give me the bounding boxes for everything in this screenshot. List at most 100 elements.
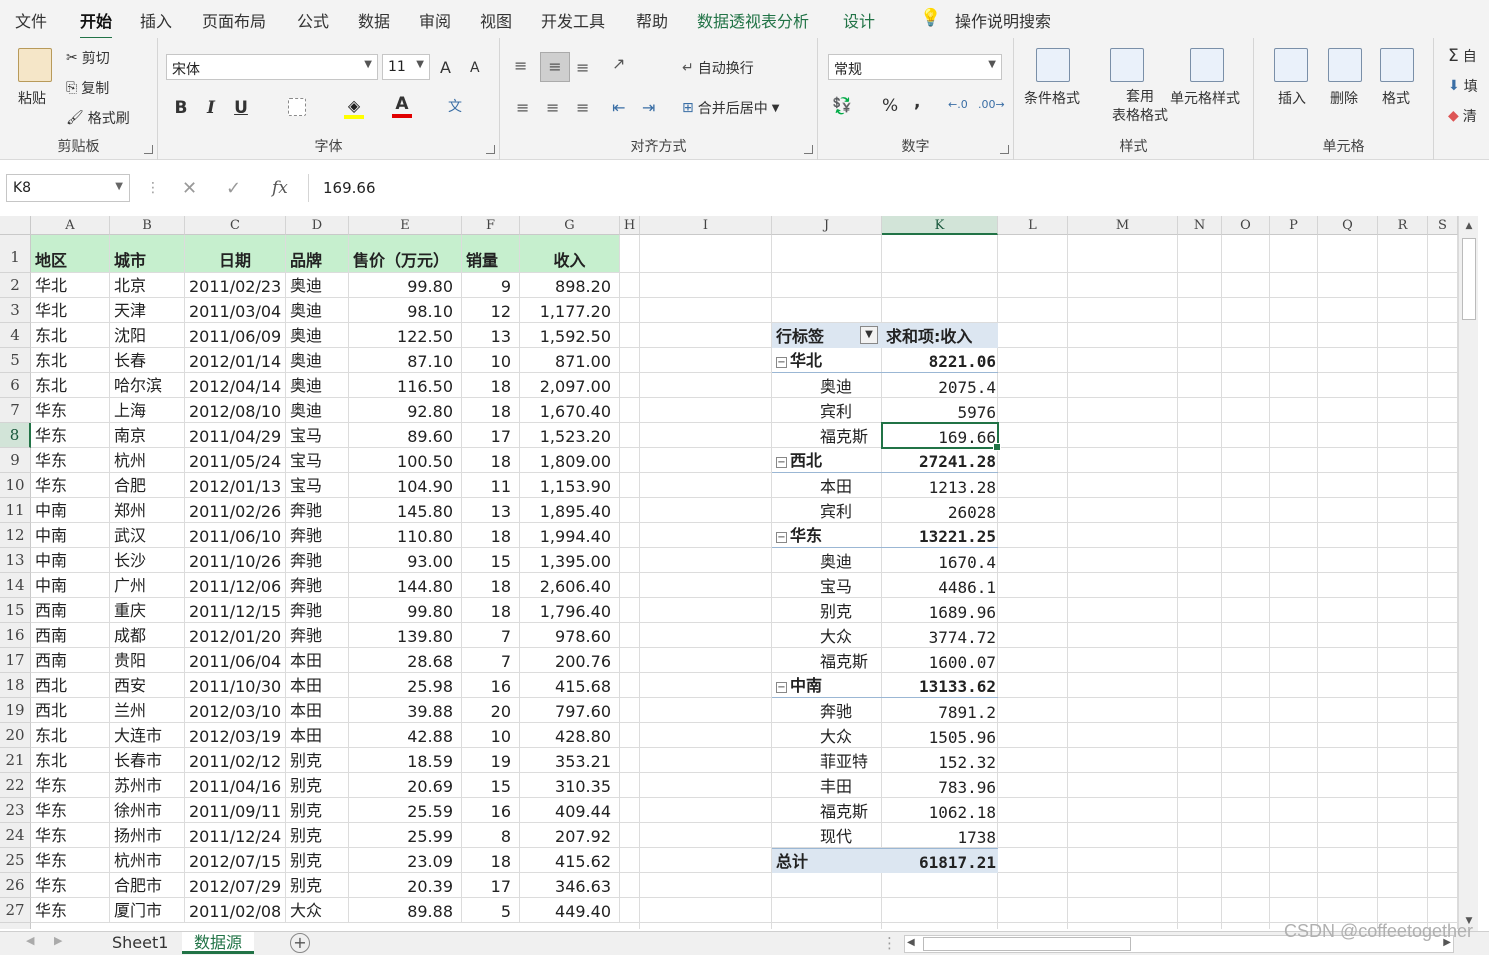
table-cell[interactable]: 别克 [286,798,349,823]
table-header-cell[interactable]: 销量 [462,235,520,273]
table-cell[interactable]: 奥迪 [286,323,349,348]
tab-scroll-left-icon[interactable]: ◀ [26,934,34,947]
pivot-item-value[interactable]: 2075.4 [882,373,998,398]
table-cell[interactable]: 西南 [31,648,110,673]
bold-button[interactable]: B [170,98,192,118]
table-cell[interactable]: 20 [462,698,520,723]
empty-cell[interactable] [1222,323,1270,348]
empty-cell[interactable] [772,273,882,298]
empty-cell[interactable] [1068,573,1178,598]
table-cell[interactable]: 合肥市 [110,873,185,898]
empty-cell[interactable] [640,823,772,848]
pivot-total-label[interactable]: 总计 [772,848,882,873]
pivot-group-label[interactable]: − 华东 [772,523,882,548]
table-cell[interactable]: 大连市 [110,723,185,748]
table-cell[interactable]: 华东 [31,423,110,448]
border-icon[interactable] [288,98,306,116]
col-header-R[interactable]: R [1378,216,1428,235]
collapse-icon[interactable]: − [776,682,787,693]
empty-cell[interactable] [1222,348,1270,373]
empty-cell[interactable] [1068,748,1178,773]
add-sheet-button[interactable]: + [290,933,310,953]
font-color-button[interactable]: A [392,94,412,118]
empty-cell[interactable] [1270,848,1318,873]
table-cell[interactable]: 长春 [110,348,185,373]
empty-cell[interactable] [1318,235,1378,273]
table-cell[interactable]: 奥迪 [286,348,349,373]
empty-cell[interactable] [998,748,1068,773]
table-header-cell[interactable]: 日期 [185,235,286,273]
empty-cell[interactable] [620,598,640,623]
empty-cell[interactable] [1178,523,1222,548]
empty-cell[interactable] [1428,235,1458,273]
empty-cell[interactable] [1428,373,1458,398]
table-cell[interactable]: 18 [462,598,520,623]
col-header-H[interactable]: H [620,216,640,235]
table-cell[interactable]: 2011/10/30 [185,673,286,698]
table-cell[interactable]: 1,523.20 [520,423,620,448]
pivot-item-value[interactable]: 783.96 [882,773,998,798]
splitter-handle[interactable]: ⋮ [882,934,897,952]
empty-cell[interactable] [640,523,772,548]
empty-cell[interactable] [640,623,772,648]
empty-cell[interactable] [1270,423,1318,448]
table-header-cell[interactable]: 城市 [110,235,185,273]
font-size-select[interactable]: 11 ▼ [382,54,430,80]
name-box[interactable]: K8 ▼ [6,174,130,202]
empty-cell[interactable] [1318,373,1378,398]
empty-cell[interactable] [998,598,1068,623]
empty-cell[interactable] [1428,723,1458,748]
empty-cell[interactable] [998,423,1068,448]
table-cell[interactable]: 大众 [286,898,349,923]
pivot-item-label[interactable]: 奥迪 [772,373,882,398]
table-cell[interactable]: 978.60 [520,623,620,648]
col-header-F[interactable]: F [462,216,520,235]
empty-cell[interactable] [1318,398,1378,423]
table-cell[interactable]: 宝马 [286,423,349,448]
table-cell[interactable]: 8 [462,823,520,848]
empty-cell[interactable] [620,773,640,798]
pivot-value-header[interactable]: 求和项:收入 [882,323,998,348]
table-cell[interactable]: 207.92 [520,823,620,848]
empty-cell[interactable] [772,873,882,898]
empty-cell[interactable] [640,398,772,423]
col-header-A[interactable]: A [31,216,110,235]
table-cell[interactable]: 144.80 [349,573,462,598]
table-cell[interactable]: 100.50 [349,448,462,473]
empty-cell[interactable] [1318,848,1378,873]
align-center-icon[interactable]: ≡ [546,98,559,117]
empty-cell[interactable] [640,898,772,923]
col-header-C[interactable]: C [185,216,286,235]
table-cell[interactable]: 415.62 [520,848,620,873]
col-header-I[interactable]: I [640,216,772,235]
table-cell[interactable]: 合肥 [110,473,185,498]
empty-cell[interactable] [1378,498,1428,523]
empty-cell[interactable] [1428,473,1458,498]
grow-font-button[interactable]: A [440,58,451,77]
empty-cell[interactable] [1318,298,1378,323]
table-cell[interactable]: 99.80 [349,598,462,623]
sheet-tab-sheet1[interactable]: Sheet1 [100,932,180,954]
empty-cell[interactable] [1068,298,1178,323]
table-cell[interactable]: 2,097.00 [520,373,620,398]
decrease-indent-icon[interactable]: ⇤ [612,98,625,117]
table-cell[interactable]: 2011/04/16 [185,773,286,798]
empty-cell[interactable] [620,448,640,473]
row-header-3[interactable]: 3 [0,298,31,323]
empty-cell[interactable] [1318,548,1378,573]
table-cell[interactable]: 天津 [110,298,185,323]
empty-cell[interactable] [1222,298,1270,323]
empty-cell[interactable] [998,898,1068,923]
empty-cell[interactable] [1318,698,1378,723]
empty-cell[interactable] [998,398,1068,423]
table-cell[interactable]: 18.59 [349,748,462,773]
table-cell[interactable]: 华东 [31,798,110,823]
empty-cell[interactable] [1270,498,1318,523]
empty-cell[interactable] [1318,473,1378,498]
empty-cell[interactable] [1222,235,1270,273]
empty-cell[interactable] [1270,648,1318,673]
empty-cell[interactable] [1318,523,1378,548]
empty-cell[interactable] [640,673,772,698]
empty-cell[interactable] [882,298,998,323]
empty-cell[interactable] [1318,273,1378,298]
